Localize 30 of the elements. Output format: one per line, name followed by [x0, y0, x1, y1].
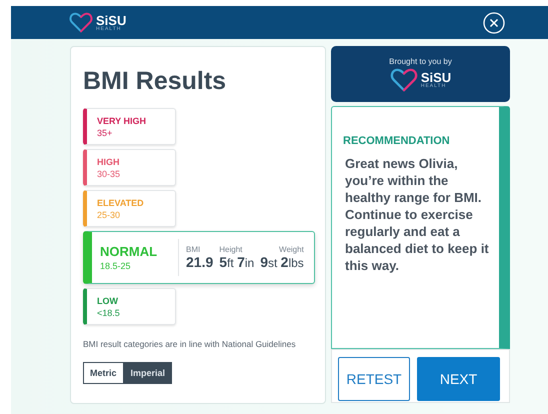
category-range: 18.5-25 [100, 261, 132, 271]
reading-label: BMI [186, 245, 202, 254]
sponsor-caption: Brought to you by [389, 56, 452, 66]
close-icon[interactable] [483, 12, 505, 34]
reading-value: 9st 2lbs [260, 254, 304, 270]
reading-label: Weight [279, 245, 304, 254]
guidelines-note: BMI result categories are in line with National Guidelines [83, 339, 297, 350]
reading-label: Height [219, 245, 244, 254]
heart-logo-icon [390, 68, 418, 92]
reading-value: 5ft 7in [219, 254, 254, 270]
results-title: BMI Results [83, 67, 228, 96]
logo-name: SiSU [96, 14, 126, 26]
category-range: 30-35 [97, 168, 120, 178]
next-button[interactable]: NEXT [417, 357, 500, 401]
unit-toggle-button[interactable]: Imperial [124, 362, 172, 384]
heart-logo-icon [69, 12, 93, 33]
category-name: NORMAL [100, 244, 158, 259]
reading-value: 21.9 [186, 254, 214, 270]
logo-name: SiSU [420, 70, 452, 84]
recommendation-text: Great news Olivia, you’re within the healthy range for BMI. Continue to exercise regularly and eat a balanced diet to keep it this way. [345, 155, 490, 274]
category-range: <18.5 [97, 308, 120, 318]
category-name: VERY HIGH [97, 116, 146, 126]
category-name: ELEVATED [97, 198, 144, 208]
category-range: 35+ [97, 128, 114, 138]
category-name: HIGH [97, 156, 120, 166]
category-name: LOW [97, 296, 119, 306]
category-range: 25-30 [97, 210, 122, 220]
retest-button[interactable]: RETEST [338, 357, 410, 401]
unit-toggle-button[interactable]: Metric [83, 362, 124, 384]
recommendation-heading: RECOMMENDATION [343, 135, 450, 147]
